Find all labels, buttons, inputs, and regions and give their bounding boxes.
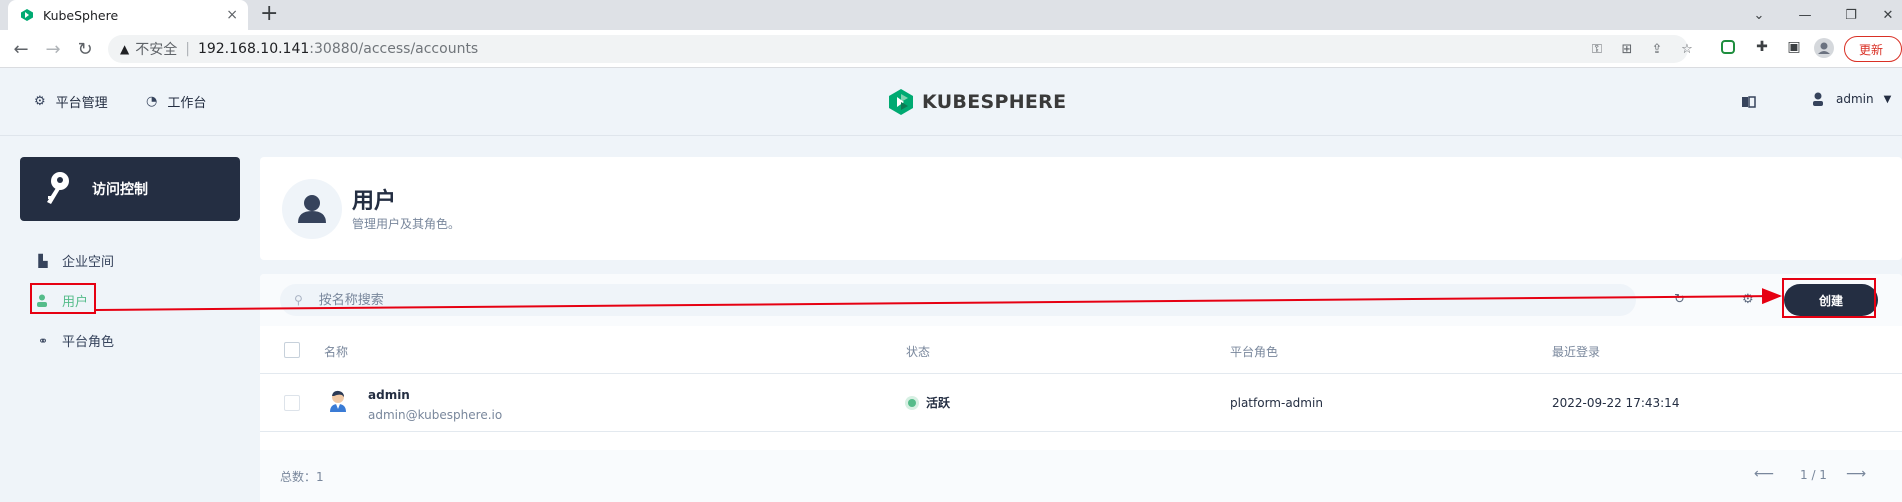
table-row[interactable]: admin admin@kubesphere.io 活跃 platform-ad…: [260, 374, 1902, 432]
page-title: 用户: [352, 189, 397, 214]
kubesphere-logo-icon: [888, 88, 914, 116]
username-label: admin: [1836, 92, 1874, 106]
user-menu[interactable]: admin ▼: [1812, 92, 1891, 106]
security-label: 不安全: [135, 42, 178, 58]
reload-icon[interactable]: ↻: [74, 38, 96, 60]
users-banner-icon: [282, 179, 342, 239]
sidebar-item-label: 平台角色: [62, 335, 115, 350]
share-icon[interactable]: ⇪: [1648, 42, 1666, 58]
annotation-box-create: [1782, 278, 1876, 318]
column-header-role: 平台角色: [1230, 345, 1279, 359]
user-last-login: 2022-09-22 17:43:14: [1552, 396, 1680, 410]
app-header: ⚙ 平台管理 ◔ 工作台 KUBESPHERE admin ▼: [0, 68, 1902, 136]
key-icon[interactable]: ⚿: [1588, 42, 1606, 58]
kubesphere-favicon-icon: [20, 8, 34, 22]
search-bar[interactable]: ⚲: [280, 284, 1636, 316]
table-header: 名称 状态 平台角色 最近登录: [260, 326, 1902, 374]
address-separator: |: [185, 41, 190, 57]
sidebar-item-label: 企业空间: [62, 255, 115, 270]
profile-avatar-icon[interactable]: [1814, 38, 1834, 58]
user-email: admin@kubesphere.io: [368, 408, 503, 422]
tab-search-icon[interactable]: ⌄: [1736, 0, 1782, 30]
kubesphere-logo[interactable]: KUBESPHERE: [888, 88, 1066, 116]
user-icon: [1812, 92, 1824, 106]
url-path: :30880/access/accounts: [309, 41, 479, 57]
sidebar-item-workspaces[interactable]: ▙ 企业空间: [36, 251, 115, 271]
restore-icon[interactable]: ❐: [1828, 0, 1874, 30]
user-role: platform-admin: [1230, 396, 1323, 410]
bookmark-star-icon[interactable]: ☆: [1678, 42, 1696, 58]
dashboard-icon: ◔: [146, 94, 158, 109]
address-bar[interactable]: ▲ 不安全 | 192.168.10.141:30880/access/acco…: [108, 35, 1688, 63]
user-avatar-icon: [328, 390, 348, 412]
total-count: 总数：1: [280, 468, 324, 485]
browser-nav-bar: ← → ↻ ▲ 不安全 | 192.168.10.141:30880/acces…: [0, 30, 1902, 68]
tab-title: KubeSphere: [43, 7, 119, 23]
warning-icon: ▲: [120, 42, 130, 56]
column-header-status[interactable]: 状态: [906, 343, 930, 360]
tab-close-icon[interactable]: ×: [226, 7, 238, 23]
caret-down-icon: ▼: [1883, 93, 1892, 105]
page-indicator: 1 / 1: [1800, 468, 1827, 482]
new-tab-button[interactable]: +: [260, 3, 278, 25]
prev-page-icon[interactable]: ⟵: [1754, 466, 1774, 482]
platform-admin-label: 平台管理: [55, 96, 108, 111]
total-value: 1: [316, 470, 324, 484]
side-panel-icon[interactable]: ▣: [1784, 39, 1804, 59]
page-banner: 用户 管理用户及其角色。: [260, 157, 1902, 260]
translate-icon[interactable]: ⊞: [1618, 42, 1636, 58]
update-label: 更新: [1859, 42, 1884, 57]
row-checkbox[interactable]: [284, 395, 300, 411]
table-footer: 总数：1 ⟵ 1 / 1 ⟶: [260, 450, 1902, 502]
settings-gear-icon[interactable]: ⚙: [1742, 292, 1754, 307]
gear-icon: ⚙: [34, 94, 46, 109]
key-icon: [42, 171, 72, 207]
platform-admin-link[interactable]: ⚙ 平台管理: [34, 92, 108, 111]
status-badge: 活跃: [908, 394, 950, 411]
minimize-icon[interactable]: —: [1782, 0, 1828, 30]
column-header-last-login[interactable]: 最近登录: [1552, 343, 1600, 360]
back-icon[interactable]: ←: [10, 38, 32, 60]
refresh-icon[interactable]: ↻: [1674, 292, 1685, 307]
users-list-card: ⚲ ↻ ⚙ 创建 名称 状态 平台角色 最近登录 admin admin@kub…: [260, 274, 1902, 502]
access-control-title: 访问控制: [92, 182, 148, 198]
sidebar-item-platform-roles[interactable]: ⚭ 平台角色: [36, 331, 115, 351]
select-all-checkbox[interactable]: [284, 342, 300, 358]
url-host: 192.168.10.141: [197, 41, 310, 57]
extension-green-icon[interactable]: [1720, 39, 1740, 59]
list-toolbar: ⚲ ↻ ⚙ 创建: [260, 274, 1902, 326]
docs-icon[interactable]: [1742, 96, 1756, 108]
forward-icon[interactable]: →: [42, 38, 64, 60]
next-page-icon[interactable]: ⟶: [1846, 466, 1866, 482]
column-header-name[interactable]: 名称: [324, 343, 348, 360]
browser-tab-bar: KubeSphere × + ⌄ — ❐ ✕: [0, 0, 1902, 30]
search-icon: ⚲: [294, 293, 303, 307]
user-name-link[interactable]: admin: [368, 388, 410, 402]
page-description: 管理用户及其角色。: [352, 217, 461, 231]
browser-tab[interactable]: KubeSphere ×: [8, 0, 248, 30]
extensions-puzzle-icon[interactable]: ✚: [1752, 39, 1772, 59]
close-window-icon[interactable]: ✕: [1874, 0, 1902, 30]
total-label: 总数：: [280, 470, 317, 484]
status-dot-icon: [908, 398, 916, 407]
status-label: 活跃: [926, 396, 951, 410]
workbench-label: 工作台: [167, 96, 207, 111]
workbench-link[interactable]: ◔ 工作台: [146, 92, 206, 111]
role-icon: ⚭: [37, 333, 49, 348]
access-control-card: 访问控制: [20, 157, 240, 221]
search-input[interactable]: [316, 291, 1517, 309]
workspace-icon: ▙: [38, 253, 48, 268]
update-button[interactable]: 更新: [1844, 36, 1902, 62]
annotation-box-users: [30, 283, 96, 314]
logo-text: KUBESPHERE: [922, 91, 1067, 113]
